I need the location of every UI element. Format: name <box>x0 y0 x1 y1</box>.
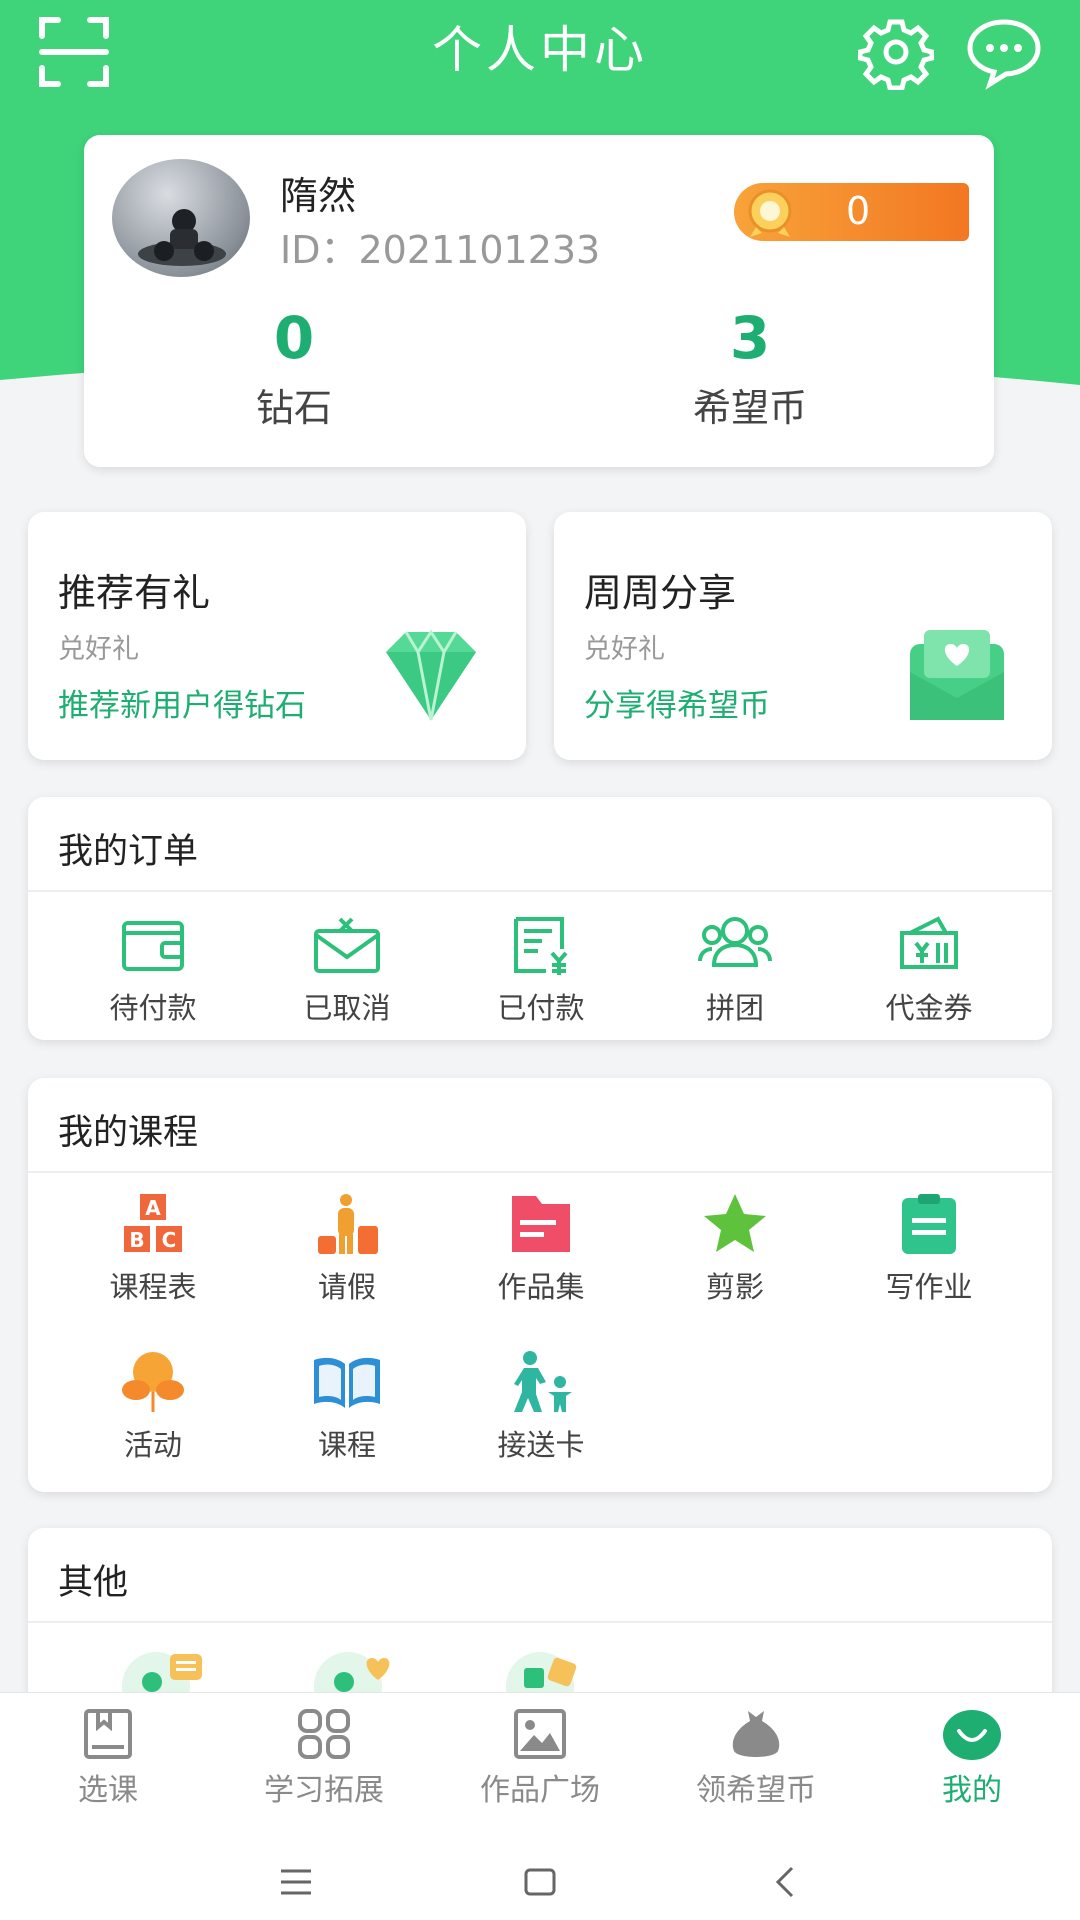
diamond-count: 0 <box>273 304 315 372</box>
order-pending-payment[interactable]: 待付款 <box>68 913 238 1027</box>
course-portfolio[interactable]: 作品集 <box>456 1192 626 1306</box>
orders-title: 我的订单 <box>58 832 199 872</box>
svg-text:C: C <box>162 1228 177 1252</box>
home-icon[interactable] <box>522 1864 558 1900</box>
referral-card[interactable]: 推荐有礼 兑好礼 推荐新用户得钻石 <box>28 512 526 760</box>
user-name: 隋然 <box>280 174 357 218</box>
order-voucher[interactable]: 代金券 <box>844 913 1014 1027</box>
course-schedule[interactable]: A B C 课程表 <box>68 1192 238 1306</box>
hope-coin-stat[interactable]: 3 希望币 <box>630 305 870 432</box>
back-icon[interactable] <box>768 1864 804 1900</box>
order-label: 已取消 <box>303 991 391 1025</box>
order-label: 已付款 <box>497 991 585 1025</box>
money-bag-icon <box>732 1711 780 1757</box>
other-title: 其他 <box>58 1563 129 1603</box>
weekly-share-title: 周周分享 <box>584 571 737 615</box>
voucher-icon <box>900 916 958 969</box>
divider <box>28 890 1052 892</box>
gear-icon[interactable] <box>858 14 934 90</box>
orders-section: 我的订单 待付款 已取消 已付款 拼团 代金券 <box>28 797 1052 1040</box>
diamond-label: 钻石 <box>255 386 332 430</box>
clipboard-icon <box>902 1194 956 1254</box>
nav-label: 选课 <box>78 1773 138 1808</box>
order-label: 待付款 <box>109 991 197 1025</box>
course-label: 写作业 <box>885 1270 973 1304</box>
svg-text:A: A <box>145 1196 161 1220</box>
hope-coin-count: 3 <box>729 304 771 372</box>
course-label: 请假 <box>317 1270 376 1304</box>
coin-medal-icon <box>748 189 792 237</box>
nav-claim-hope-coin[interactable]: 领希望币 <box>656 1707 856 1809</box>
weekly-share-subtitle: 兑好礼 <box>584 634 665 665</box>
course-label: 课程表 <box>109 1270 197 1304</box>
open-book-icon <box>314 1357 380 1408</box>
nav-label: 我的 <box>942 1773 1002 1808</box>
course-silhouette[interactable]: 剪影 <box>650 1192 820 1306</box>
course-label: 课程 <box>317 1428 376 1462</box>
folder-icon <box>512 1196 570 1252</box>
referral-title: 推荐有礼 <box>58 571 211 615</box>
star-icon <box>704 1194 766 1252</box>
message-icon[interactable] <box>966 14 1042 90</box>
abc-blocks-icon: A B C <box>124 1194 182 1252</box>
system-nav-bar <box>0 1848 1080 1920</box>
coin-count: 0 <box>846 189 871 233</box>
course-pickup-card[interactable]: 接送卡 <box>456 1350 626 1464</box>
order-paid[interactable]: 已付款 <box>456 913 626 1027</box>
nav-works-plaza[interactable]: 作品广场 <box>440 1707 640 1809</box>
wallet-icon <box>122 921 184 971</box>
envelope-heart-icon <box>910 630 1004 720</box>
hope-coin-label: 希望币 <box>692 386 807 430</box>
top-bar: 个人中心 <box>0 0 1080 100</box>
nav-label: 领希望币 <box>696 1773 816 1808</box>
course-homework[interactable]: 写作业 <box>844 1192 1014 1306</box>
order-group-buy[interactable]: 拼团 <box>650 913 820 1027</box>
avatar[interactable] <box>112 159 250 277</box>
referral-subtitle: 兑好礼 <box>58 634 139 665</box>
course-label: 接送卡 <box>497 1428 585 1462</box>
course-label: 作品集 <box>497 1270 585 1304</box>
divider <box>28 1171 1052 1173</box>
diamond-icon <box>386 629 476 721</box>
nav-select-course[interactable]: 选课 <box>8 1707 208 1809</box>
profile-card: 隋然 ID：2021101233 0 0 钻石 3 希望币 <box>84 135 994 467</box>
parent-child-icon <box>514 1351 572 1412</box>
order-label: 代金券 <box>885 991 973 1025</box>
nav-learning-expansion[interactable]: 学习拓展 <box>224 1707 424 1809</box>
nav-label: 作品广场 <box>480 1773 600 1808</box>
group-icon <box>698 917 772 967</box>
menu-icon[interactable] <box>278 1866 314 1898</box>
course-courses[interactable]: 课程 <box>262 1350 432 1464</box>
user-id: ID：2021101233 <box>280 228 601 272</box>
diamond-stat[interactable]: 0 钻石 <box>174 305 414 432</box>
svg-text:B: B <box>129 1228 144 1252</box>
nav-label: 学习拓展 <box>264 1773 384 1808</box>
traveler-luggage-icon <box>318 1194 378 1254</box>
paid-receipt-icon <box>514 917 568 975</box>
order-label: 拼团 <box>705 991 764 1025</box>
referral-action: 推荐新用户得钻石 <box>58 688 306 724</box>
order-cancelled[interactable]: 已取消 <box>262 913 432 1027</box>
courses-title: 我的课程 <box>58 1113 199 1153</box>
balloon-icon <box>122 1352 184 1412</box>
course-leave-request[interactable]: 请假 <box>262 1192 432 1306</box>
picture-icon <box>514 1709 566 1759</box>
smile-icon <box>943 1710 1001 1760</box>
course-label: 活动 <box>123 1428 182 1462</box>
course-label: 剪影 <box>705 1270 764 1304</box>
courses-section: 我的课程 A B C 课程表 请假 作品集 剪影 写作业 活动 课程 接送卡 <box>28 1078 1052 1492</box>
nav-mine[interactable]: 我的 <box>872 1707 1072 1809</box>
course-book-icon <box>84 1709 132 1759</box>
divider <box>28 1621 1052 1623</box>
four-squares-icon <box>298 1709 350 1759</box>
bottom-nav: 选课 学习拓展 作品广场 领希望币 我的 <box>0 1692 1080 1849</box>
coin-badge[interactable]: 0 <box>734 183 969 241</box>
weekly-share-card[interactable]: 周周分享 兑好礼 分享得希望币 <box>554 512 1052 760</box>
weekly-share-action: 分享得希望币 <box>584 688 770 724</box>
course-activities[interactable]: 活动 <box>68 1350 238 1464</box>
cancelled-mail-icon <box>314 917 380 973</box>
